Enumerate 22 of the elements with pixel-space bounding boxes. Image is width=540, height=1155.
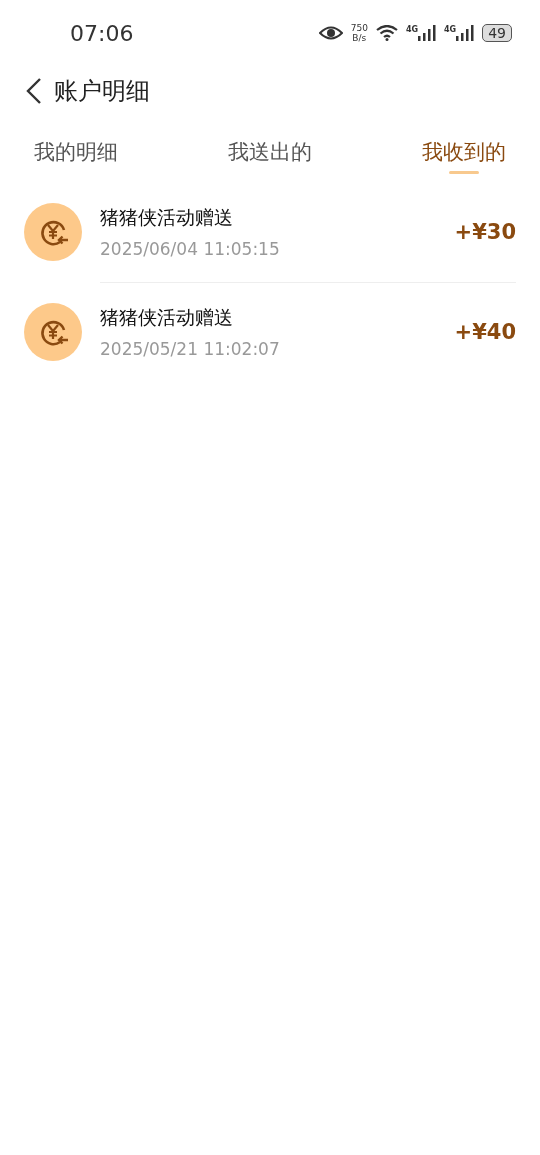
status-time: 07:06 bbox=[70, 20, 134, 46]
record-time: 2025/06/04 11:05:15 bbox=[100, 238, 280, 259]
signal-icon bbox=[418, 25, 437, 41]
signal-icon bbox=[456, 25, 475, 41]
wifi-icon bbox=[375, 25, 398, 41]
speed-unit: B/s bbox=[352, 33, 367, 43]
back-icon[interactable] bbox=[26, 78, 42, 104]
record-amount: +¥40 bbox=[454, 320, 516, 344]
yuan-refund-icon bbox=[24, 203, 82, 261]
eye-icon bbox=[318, 26, 343, 40]
tab[interactable]: 我送出的 bbox=[228, 134, 312, 170]
battery-indicator: 49 bbox=[482, 24, 512, 42]
record-amount: +¥30 bbox=[454, 219, 516, 244]
record-time: 2025/05/21 11:02:07 bbox=[100, 339, 280, 359]
network-label: 4G bbox=[405, 25, 419, 34]
page-title: 账户明细 bbox=[54, 76, 150, 107]
tab[interactable]: 我的明细 bbox=[34, 134, 118, 170]
network-label: 4G bbox=[444, 25, 457, 34]
record-title: 猪猪侠活动赠送 bbox=[100, 204, 234, 230]
record-title: 猪猪侠活动赠送 bbox=[100, 305, 234, 330]
speed-value: 750 bbox=[350, 23, 368, 33]
yuan-refund-icon bbox=[24, 303, 82, 361]
